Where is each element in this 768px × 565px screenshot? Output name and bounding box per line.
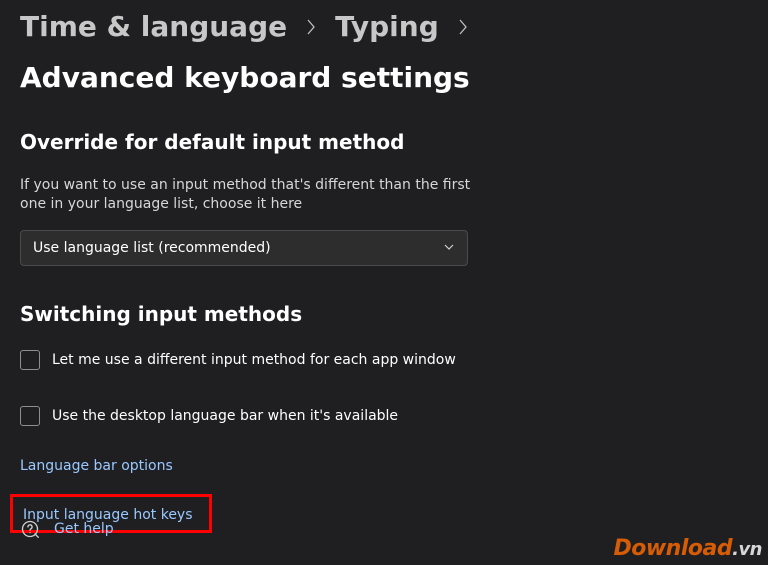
watermark-tld: .vn: [732, 539, 762, 560]
heading-switching-input-methods: Switching input methods: [20, 302, 748, 326]
breadcrumb-item-typing[interactable]: Typing: [335, 10, 439, 43]
watermark: Download.vn: [613, 536, 762, 561]
heading-override-default-input: Override for default input method: [20, 130, 748, 154]
checkbox-icon: [20, 350, 40, 370]
checkbox-desktop-language-bar[interactable]: Use the desktop language bar when it's a…: [20, 406, 748, 426]
help-label: Get help: [54, 521, 114, 537]
link-language-bar-options[interactable]: Language bar options: [20, 458, 173, 474]
checkbox-label: Let me use a different input method for …: [52, 352, 456, 368]
breadcrumb: Time & language Typing Advanced keyboard…: [20, 10, 748, 94]
link-get-help[interactable]: Get help: [20, 519, 114, 539]
checkbox-icon: [20, 406, 40, 426]
dropdown-default-input-method[interactable]: Use language list (recommended): [20, 230, 468, 266]
chevron-right-icon: [457, 17, 469, 37]
chevron-down-icon: [443, 238, 455, 257]
description-override-default-input: If you want to use an input method that'…: [20, 176, 480, 214]
checkbox-label: Use the desktop language bar when it's a…: [52, 408, 398, 424]
breadcrumb-item-time-language[interactable]: Time & language: [20, 10, 287, 43]
help-icon: [20, 519, 40, 539]
page-title: Advanced keyboard settings: [20, 61, 470, 94]
dropdown-selected-label: Use language list (recommended): [33, 240, 271, 256]
checkbox-per-app-input-method[interactable]: Let me use a different input method for …: [20, 350, 748, 370]
chevron-right-icon: [305, 17, 317, 37]
watermark-brand: Download: [613, 536, 732, 561]
